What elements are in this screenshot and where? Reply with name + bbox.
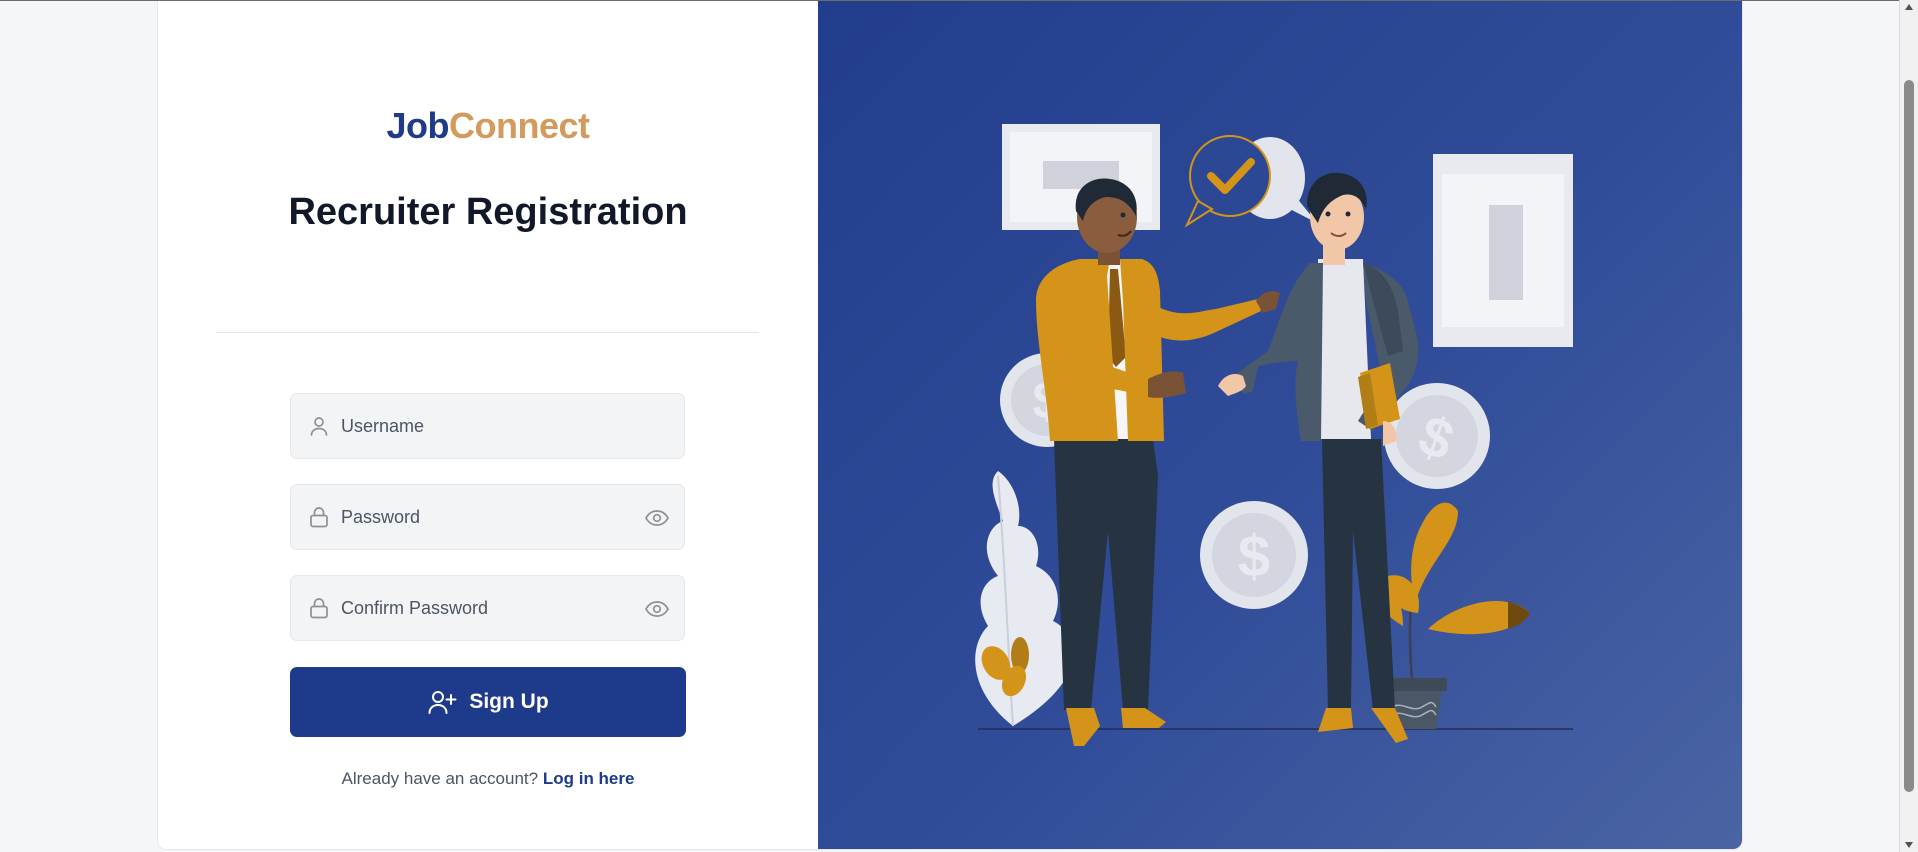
lock-icon bbox=[310, 507, 328, 528]
login-link[interactable]: Log in here bbox=[543, 769, 635, 788]
brand-logo[interactable]: JobConnect bbox=[158, 105, 818, 147]
scrollbar-thumb[interactable] bbox=[1904, 80, 1914, 792]
user-plus-icon bbox=[428, 691, 457, 714]
confirm-password-placeholder: Confirm Password bbox=[341, 598, 489, 618]
vertical-scrollbar[interactable] bbox=[1899, 0, 1918, 852]
sign-up-label: Sign Up bbox=[469, 690, 549, 713]
eye-icon[interactable] bbox=[644, 597, 670, 621]
speech-bubbles bbox=[1184, 135, 1317, 228]
svg-text:$: $ bbox=[1238, 524, 1270, 589]
man-left bbox=[1036, 178, 1280, 746]
sign-up-button[interactable]: Sign Up bbox=[290, 667, 686, 737]
form-panel: JobConnect Recruiter Registration Userna… bbox=[158, 1, 818, 849]
registration-card: JobConnect Recruiter Registration Userna… bbox=[157, 1, 1743, 850]
handshake-illustration: $ $ $ bbox=[975, 124, 1573, 746]
illustration-panel: $ $ $ bbox=[818, 1, 1742, 849]
frame-right bbox=[1433, 154, 1573, 347]
login-prompt-text: Already have an account? bbox=[341, 769, 539, 788]
coin-center: $ bbox=[1200, 501, 1308, 609]
password-placeholder: Password bbox=[341, 507, 421, 527]
username-placeholder: Username bbox=[341, 416, 425, 436]
coin-right: $ bbox=[1384, 383, 1490, 489]
user-icon bbox=[310, 417, 328, 436]
scroll-down-arrow-icon[interactable] bbox=[1905, 842, 1913, 848]
username-field[interactable]: Username bbox=[290, 393, 685, 459]
man-right bbox=[1218, 172, 1419, 743]
brand-logo-part1: Job bbox=[386, 105, 449, 146]
scroll-up-arrow-icon[interactable] bbox=[1905, 4, 1913, 10]
lock-icon bbox=[310, 598, 328, 619]
password-field[interactable]: Password bbox=[290, 484, 685, 550]
eye-icon[interactable] bbox=[644, 506, 670, 530]
page-title: Recruiter Registration bbox=[288, 191, 688, 233]
confirm-password-field[interactable]: Confirm Password bbox=[290, 575, 685, 641]
brand-logo-part2: Connect bbox=[449, 105, 590, 146]
divider bbox=[216, 332, 759, 333]
login-prompt: Already have an account? Log in here bbox=[158, 769, 818, 789]
